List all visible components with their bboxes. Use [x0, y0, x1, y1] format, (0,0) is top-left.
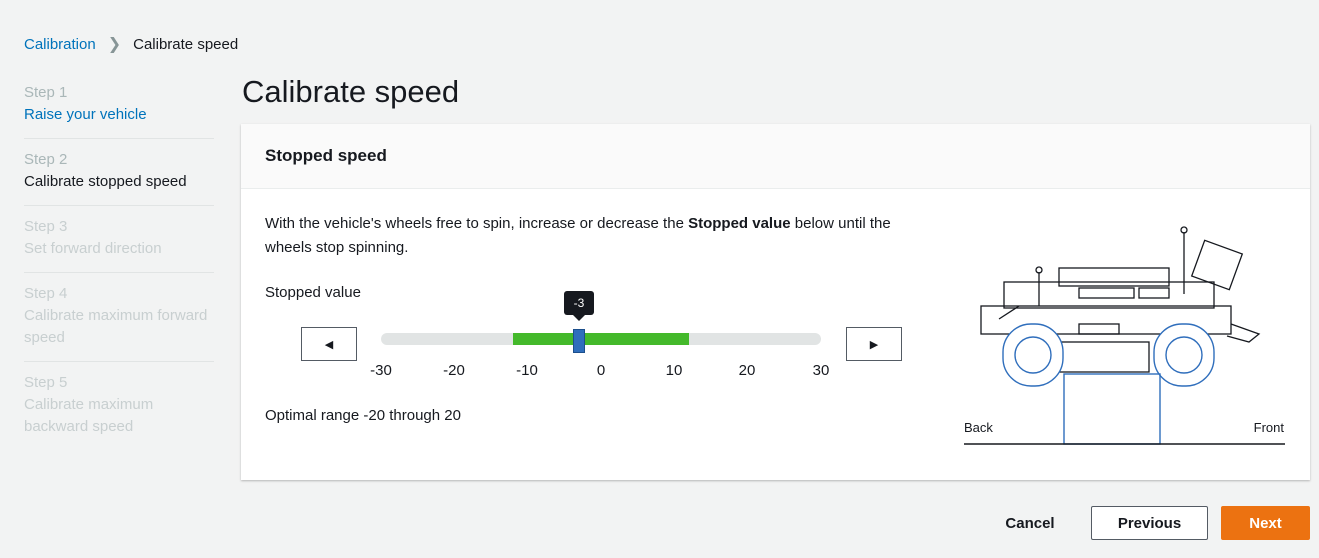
- chevron-right-icon: ❯: [107, 36, 122, 53]
- step-number: Step 4: [24, 285, 68, 302]
- slider-tick-label: 20: [738, 362, 756, 379]
- slider-thumb[interactable]: [573, 329, 585, 353]
- step-number: Step 2: [24, 151, 68, 168]
- previous-button[interactable]: Previous: [1091, 506, 1208, 540]
- stopped-value-slider[interactable]: -3: [381, 291, 821, 353]
- vehicle-illustration: Back Front: [959, 224, 1289, 464]
- wizard-steps: Step 1 Raise your vehicle Step 2 Calibra…: [24, 72, 214, 450]
- increment-button[interactable]: ▶: [846, 327, 902, 361]
- description-text: With the vehicle's wheels free to spin, …: [265, 215, 689, 232]
- back-label: Back: [964, 420, 993, 435]
- optimal-range-text: Optimal range -20 through 20: [265, 407, 461, 424]
- page-title: Calibrate speed: [242, 74, 460, 109]
- vehicle-illustration-svg: [964, 226, 1285, 445]
- panel-header: Stopped speed: [241, 124, 1310, 189]
- front-label: Front: [1253, 420, 1284, 435]
- slider-value-tooltip: -3: [564, 291, 594, 321]
- wizard-step-4: Step 4 Calibrate maximum forward speed: [24, 273, 214, 362]
- step-1-link[interactable]: Raise your vehicle: [24, 104, 214, 126]
- next-button[interactable]: Next: [1221, 506, 1310, 540]
- slider-tick-label: 0: [596, 362, 606, 379]
- step-2-title: Calibrate stopped speed: [24, 173, 187, 190]
- decrement-button[interactable]: ◀: [301, 327, 357, 361]
- wizard-step-3: Step 3 Set forward direction: [24, 206, 214, 273]
- slider-tick-label: 10: [665, 362, 683, 379]
- step-number: Step 5: [24, 374, 68, 391]
- step-number: Step 3: [24, 218, 68, 235]
- breadcrumb-current: Calibrate speed: [133, 35, 239, 53]
- slider-tick-label: -30: [370, 362, 392, 379]
- stopped-speed-panel: Stopped speed With the vehicle's wheels …: [241, 124, 1310, 480]
- step-3-title: Set forward direction: [24, 240, 162, 257]
- step-5-title: Calibrate maximum backward speed: [24, 396, 154, 435]
- step-number: Step 1: [24, 84, 68, 101]
- breadcrumb-calibration-link[interactable]: Calibration: [24, 36, 96, 53]
- slider-tick-label: -20: [443, 362, 465, 379]
- cancel-button[interactable]: Cancel: [990, 506, 1070, 540]
- breadcrumb: Calibration ❯ Calibrate speed: [24, 34, 238, 54]
- slider-highlight-range: [513, 333, 689, 345]
- wizard-step-5: Step 5 Calibrate maximum backward speed: [24, 362, 214, 450]
- stopped-value-label: Stopped value: [265, 284, 361, 301]
- wizard-step-2: Step 2 Calibrate stopped speed: [24, 139, 214, 206]
- panel-description: With the vehicle's wheels free to spin, …: [265, 212, 925, 260]
- slider-tick-label: 30: [812, 362, 830, 379]
- left-triangle-icon: ◀: [324, 338, 334, 351]
- wizard-step-1: Step 1 Raise your vehicle: [24, 72, 214, 139]
- description-emphasis: Stopped value: [688, 215, 791, 232]
- right-triangle-icon: ▶: [869, 338, 879, 351]
- step-4-title: Calibrate maximum forward speed: [24, 307, 208, 346]
- slider-tick-label: -10: [516, 362, 538, 379]
